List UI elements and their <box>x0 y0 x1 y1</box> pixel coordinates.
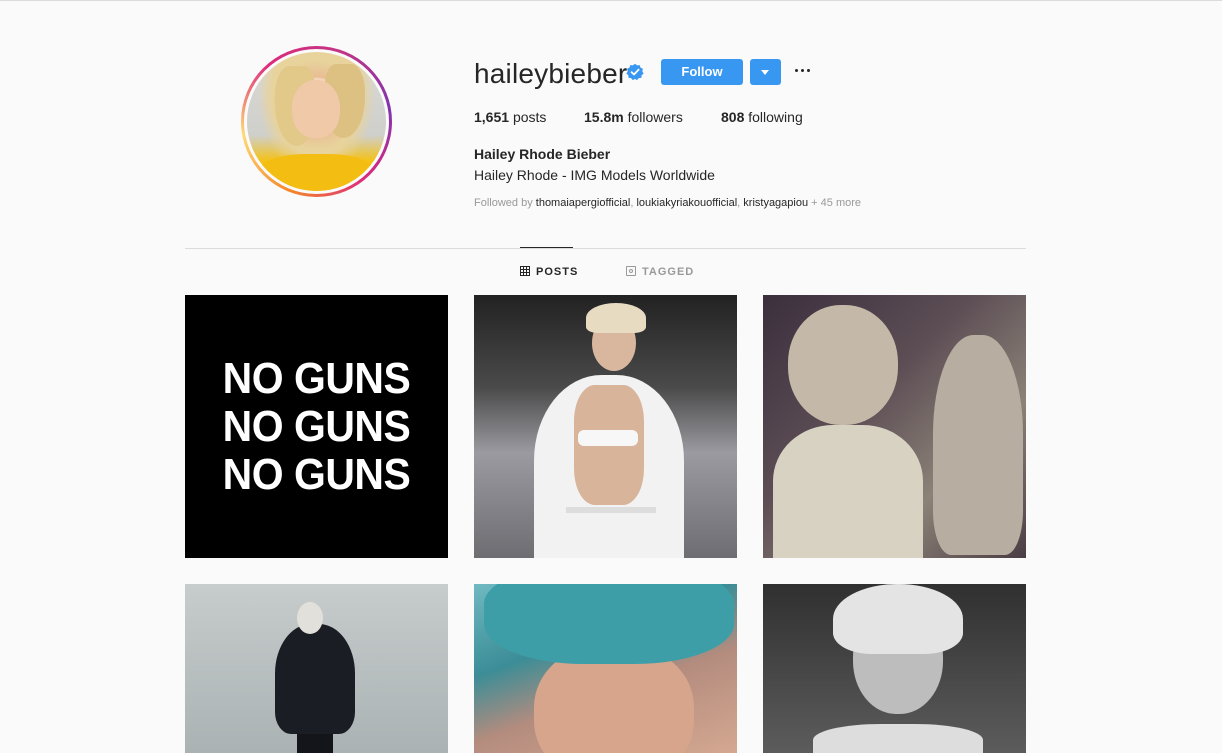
followed-by-account[interactable]: kristyagapiou <box>743 197 808 209</box>
followed-by-more[interactable]: + 45 more <box>811 197 861 209</box>
chevron-down-icon <box>761 70 769 75</box>
top-divider <box>0 0 1222 1</box>
post-thumbnail[interactable] <box>763 584 1026 753</box>
post-thumbnail[interactable] <box>185 584 448 753</box>
tab-posts[interactable]: POSTS <box>520 265 578 279</box>
suggested-accounts-dropdown-button[interactable] <box>750 59 781 85</box>
followed-by-line: Followed by thomaiapergiofficial, loukia… <box>474 197 862 209</box>
tabs-divider <box>185 248 1026 249</box>
avatar[interactable] <box>247 52 386 191</box>
post-text-overlay: NO GUNS NO GUNS NO GUNS <box>222 354 411 499</box>
tag-icon <box>626 266 636 276</box>
verified-badge-icon <box>626 63 644 81</box>
post-thumbnail[interactable] <box>474 295 737 558</box>
tab-tagged[interactable]: TAGGED <box>626 265 694 279</box>
profile-username: haileybieber <box>474 58 628 89</box>
profile-avatar-story-ring[interactable] <box>241 46 392 197</box>
profile-full-name: Hailey Rhode Bieber <box>474 146 611 162</box>
profile-bio: Hailey Rhode - IMG Models Worldwide <box>474 167 715 183</box>
follow-button[interactable]: Follow <box>661 59 743 85</box>
more-options-icon[interactable] <box>793 64 813 78</box>
followed-by-account[interactable]: loukiakyriakouofficial <box>636 197 737 209</box>
post-thumbnail[interactable]: NO GUNS NO GUNS NO GUNS <box>185 295 448 558</box>
active-tab-indicator <box>520 247 573 248</box>
followed-by-account[interactable]: thomaiapergiofficial <box>536 197 631 209</box>
stat-posts: 1,651 posts <box>474 109 547 125</box>
stat-following[interactable]: 808 following <box>721 108 803 126</box>
post-thumbnail[interactable] <box>474 584 737 753</box>
post-thumbnail[interactable] <box>763 295 1026 558</box>
stat-followers[interactable]: 15.8m followers <box>584 108 683 126</box>
grid-icon <box>520 266 530 276</box>
